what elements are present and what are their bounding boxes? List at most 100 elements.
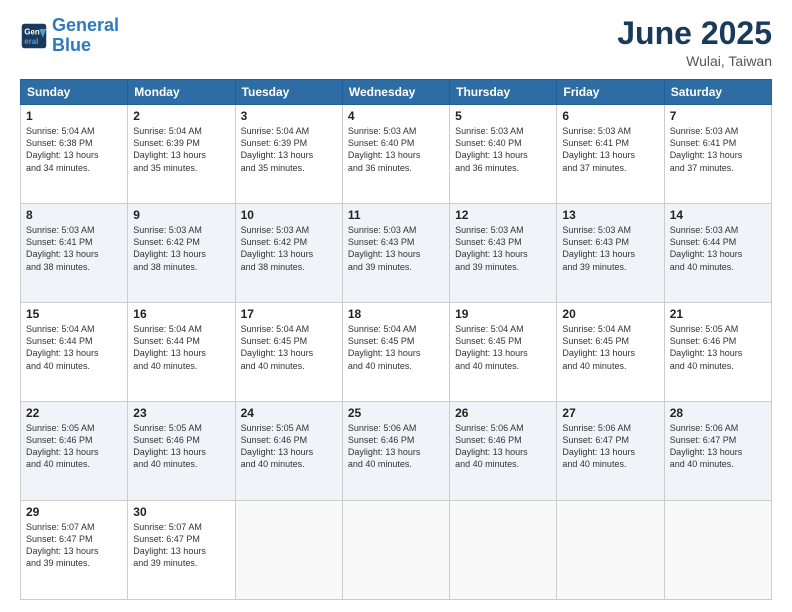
calendar-cell: 11 Sunrise: 5:03 AM Sunset: 6:43 PM Dayli… bbox=[342, 204, 449, 303]
calendar-cell bbox=[342, 501, 449, 600]
calendar-week-row: 22 Sunrise: 5:05 AM Sunset: 6:46 PM Dayli… bbox=[21, 402, 772, 501]
calendar-cell: 19 Sunrise: 5:04 AM Sunset: 6:45 PM Dayli… bbox=[450, 303, 557, 402]
day-number: 11 bbox=[348, 208, 444, 222]
cell-info: Sunrise: 5:05 AM Sunset: 6:46 PM Dayligh… bbox=[26, 422, 122, 471]
weekday-header-friday: Friday bbox=[557, 80, 664, 105]
location: Wulai, Taiwan bbox=[617, 53, 772, 69]
day-number: 4 bbox=[348, 109, 444, 123]
cell-info: Sunrise: 5:03 AM Sunset: 6:42 PM Dayligh… bbox=[241, 224, 337, 273]
calendar-header-row: SundayMondayTuesdayWednesdayThursdayFrid… bbox=[21, 80, 772, 105]
cell-info: Sunrise: 5:04 AM Sunset: 6:38 PM Dayligh… bbox=[26, 125, 122, 174]
day-number: 22 bbox=[26, 406, 122, 420]
calendar-cell: 21 Sunrise: 5:05 AM Sunset: 6:46 PM Dayli… bbox=[664, 303, 771, 402]
cell-info: Sunrise: 5:04 AM Sunset: 6:45 PM Dayligh… bbox=[455, 323, 551, 372]
day-number: 16 bbox=[133, 307, 229, 321]
calendar-cell: 30 Sunrise: 5:07 AM Sunset: 6:47 PM Dayli… bbox=[128, 501, 235, 600]
calendar-cell: 23Sunrise: 5:05 AM Sunset: 6:46 PM Dayli… bbox=[128, 402, 235, 501]
calendar-cell: 2 Sunrise: 5:04 AM Sunset: 6:39 PM Daylig… bbox=[128, 105, 235, 204]
day-number: 30 bbox=[133, 505, 229, 519]
calendar-table: SundayMondayTuesdayWednesdayThursdayFrid… bbox=[20, 79, 772, 600]
calendar-cell bbox=[450, 501, 557, 600]
day-number: 25 bbox=[348, 406, 444, 420]
day-number: 3 bbox=[241, 109, 337, 123]
cell-info: Sunrise: 5:04 AM Sunset: 6:39 PM Dayligh… bbox=[133, 125, 229, 174]
weekday-header-tuesday: Tuesday bbox=[235, 80, 342, 105]
cell-info: Sunrise: 5:03 AM Sunset: 6:42 PM Dayligh… bbox=[133, 224, 229, 273]
day-number: 29 bbox=[26, 505, 122, 519]
cell-info: Sunrise: 5:04 AM Sunset: 6:45 PM Dayligh… bbox=[348, 323, 444, 372]
calendar-cell: 27Sunrise: 5:06 AM Sunset: 6:47 PM Dayli… bbox=[557, 402, 664, 501]
title-block: June 2025 Wulai, Taiwan bbox=[617, 16, 772, 69]
cell-info: Sunrise: 5:05 AM Sunset: 6:46 PM Dayligh… bbox=[670, 323, 766, 372]
cell-info: Sunrise: 5:06 AM Sunset: 6:47 PM Dayligh… bbox=[670, 422, 766, 471]
svg-text:eral: eral bbox=[24, 37, 38, 46]
calendar-cell: 10 Sunrise: 5:03 AM Sunset: 6:42 PM Dayli… bbox=[235, 204, 342, 303]
calendar-cell: 16Sunrise: 5:04 AM Sunset: 6:44 PM Dayli… bbox=[128, 303, 235, 402]
cell-info: Sunrise: 5:03 AM Sunset: 6:40 PM Dayligh… bbox=[348, 125, 444, 174]
day-number: 14 bbox=[670, 208, 766, 222]
calendar-cell: 3 Sunrise: 5:04 AM Sunset: 6:39 PM Daylig… bbox=[235, 105, 342, 204]
calendar-week-row: 8 Sunrise: 5:03 AM Sunset: 6:41 PM Daylig… bbox=[21, 204, 772, 303]
calendar-cell: 7Sunrise: 5:03 AM Sunset: 6:41 PM Daylig… bbox=[664, 105, 771, 204]
calendar-cell: 14Sunrise: 5:03 AM Sunset: 6:44 PM Dayli… bbox=[664, 204, 771, 303]
calendar-body: 1Sunrise: 5:04 AM Sunset: 6:38 PM Daylig… bbox=[21, 105, 772, 600]
cell-info: Sunrise: 5:03 AM Sunset: 6:43 PM Dayligh… bbox=[348, 224, 444, 273]
calendar-cell: 26 Sunrise: 5:06 AM Sunset: 6:46 PM Dayli… bbox=[450, 402, 557, 501]
calendar-cell: 12 Sunrise: 5:03 AM Sunset: 6:43 PM Dayli… bbox=[450, 204, 557, 303]
calendar-week-row: 29 Sunrise: 5:07 AM Sunset: 6:47 PM Dayli… bbox=[21, 501, 772, 600]
calendar-cell bbox=[557, 501, 664, 600]
day-number: 21 bbox=[670, 307, 766, 321]
calendar-cell: 24Sunrise: 5:05 AM Sunset: 6:46 PM Dayli… bbox=[235, 402, 342, 501]
calendar-cell: 8 Sunrise: 5:03 AM Sunset: 6:41 PM Daylig… bbox=[21, 204, 128, 303]
calendar-cell: 4 Sunrise: 5:03 AM Sunset: 6:40 PM Daylig… bbox=[342, 105, 449, 204]
day-number: 19 bbox=[455, 307, 551, 321]
cell-info: Sunrise: 5:03 AM Sunset: 6:41 PM Dayligh… bbox=[562, 125, 658, 174]
calendar-cell: 13Sunrise: 5:03 AM Sunset: 6:43 PM Dayli… bbox=[557, 204, 664, 303]
weekday-header-saturday: Saturday bbox=[664, 80, 771, 105]
calendar-cell: 15Sunrise: 5:04 AM Sunset: 6:44 PM Dayli… bbox=[21, 303, 128, 402]
logo-text: General Blue bbox=[52, 16, 119, 56]
day-number: 10 bbox=[241, 208, 337, 222]
calendar-cell: 28Sunrise: 5:06 AM Sunset: 6:47 PM Dayli… bbox=[664, 402, 771, 501]
weekday-header-monday: Monday bbox=[128, 80, 235, 105]
calendar-week-row: 15Sunrise: 5:04 AM Sunset: 6:44 PM Dayli… bbox=[21, 303, 772, 402]
calendar-cell: 5Sunrise: 5:03 AM Sunset: 6:40 PM Daylig… bbox=[450, 105, 557, 204]
cell-info: Sunrise: 5:07 AM Sunset: 6:47 PM Dayligh… bbox=[133, 521, 229, 570]
calendar-cell: 18 Sunrise: 5:04 AM Sunset: 6:45 PM Dayli… bbox=[342, 303, 449, 402]
cell-info: Sunrise: 5:03 AM Sunset: 6:41 PM Dayligh… bbox=[26, 224, 122, 273]
calendar-cell: 6Sunrise: 5:03 AM Sunset: 6:41 PM Daylig… bbox=[557, 105, 664, 204]
day-number: 7 bbox=[670, 109, 766, 123]
logo: Gen eral General Blue bbox=[20, 16, 119, 56]
weekday-header-thursday: Thursday bbox=[450, 80, 557, 105]
cell-info: Sunrise: 5:04 AM Sunset: 6:45 PM Dayligh… bbox=[562, 323, 658, 372]
cell-info: Sunrise: 5:04 AM Sunset: 6:45 PM Dayligh… bbox=[241, 323, 337, 372]
cell-info: Sunrise: 5:04 AM Sunset: 6:39 PM Dayligh… bbox=[241, 125, 337, 174]
day-number: 26 bbox=[455, 406, 551, 420]
cell-info: Sunrise: 5:03 AM Sunset: 6:43 PM Dayligh… bbox=[455, 224, 551, 273]
header: Gen eral General Blue June 2025 Wulai, T… bbox=[20, 16, 772, 69]
day-number: 12 bbox=[455, 208, 551, 222]
cell-info: Sunrise: 5:04 AM Sunset: 6:44 PM Dayligh… bbox=[26, 323, 122, 372]
day-number: 18 bbox=[348, 307, 444, 321]
calendar-cell: 29Sunrise: 5:07 AM Sunset: 6:47 PM Dayli… bbox=[21, 501, 128, 600]
cell-info: Sunrise: 5:03 AM Sunset: 6:40 PM Dayligh… bbox=[455, 125, 551, 174]
day-number: 2 bbox=[133, 109, 229, 123]
cell-info: Sunrise: 5:05 AM Sunset: 6:46 PM Dayligh… bbox=[241, 422, 337, 471]
cell-info: Sunrise: 5:05 AM Sunset: 6:46 PM Dayligh… bbox=[133, 422, 229, 471]
weekday-header-wednesday: Wednesday bbox=[342, 80, 449, 105]
page: Gen eral General Blue June 2025 Wulai, T… bbox=[0, 0, 792, 612]
calendar-week-row: 1Sunrise: 5:04 AM Sunset: 6:38 PM Daylig… bbox=[21, 105, 772, 204]
main-title: June 2025 bbox=[617, 16, 772, 51]
day-number: 8 bbox=[26, 208, 122, 222]
calendar-cell: 17Sunrise: 5:04 AM Sunset: 6:45 PM Dayli… bbox=[235, 303, 342, 402]
day-number: 13 bbox=[562, 208, 658, 222]
svg-text:Gen: Gen bbox=[24, 27, 39, 36]
cell-info: Sunrise: 5:06 AM Sunset: 6:46 PM Dayligh… bbox=[455, 422, 551, 471]
calendar-cell bbox=[235, 501, 342, 600]
calendar-cell: 9 Sunrise: 5:03 AM Sunset: 6:42 PM Daylig… bbox=[128, 204, 235, 303]
cell-info: Sunrise: 5:06 AM Sunset: 6:46 PM Dayligh… bbox=[348, 422, 444, 471]
calendar-cell: 22 Sunrise: 5:05 AM Sunset: 6:46 PM Dayli… bbox=[21, 402, 128, 501]
calendar-cell: 20Sunrise: 5:04 AM Sunset: 6:45 PM Dayli… bbox=[557, 303, 664, 402]
day-number: 9 bbox=[133, 208, 229, 222]
weekday-header-sunday: Sunday bbox=[21, 80, 128, 105]
